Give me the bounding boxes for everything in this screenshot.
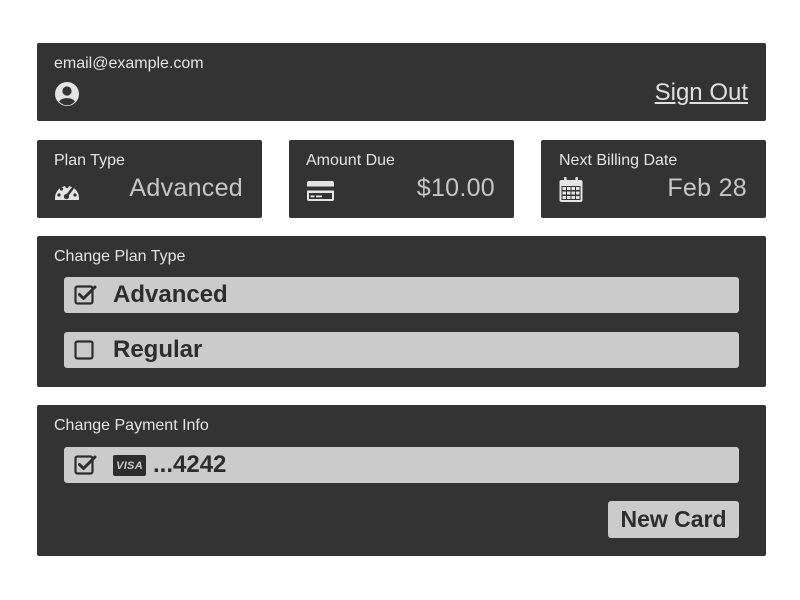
plan-option-label: Advanced	[113, 281, 228, 308]
account-panel: email@example.com Sign Out	[37, 43, 766, 121]
change-payment-title: Change Payment Info	[54, 417, 209, 434]
unchecked-checkbox-icon	[74, 339, 98, 361]
plan-type-value: Advanced	[129, 174, 243, 202]
checked-checkbox-icon	[74, 284, 98, 306]
payment-card-option[interactable]: VISA ...4242	[64, 447, 739, 483]
checked-checkbox-icon	[74, 454, 98, 476]
plan-option-advanced[interactable]: Advanced	[64, 277, 739, 313]
card-masked-number: ...4242	[153, 451, 227, 478]
account-email: email@example.com	[54, 55, 204, 72]
change-plan-title: Change Plan Type	[54, 248, 186, 265]
change-plan-panel: Change Plan Type Advanced Regular	[37, 236, 766, 387]
plan-type-card: Plan Type Advanced	[37, 140, 262, 218]
plan-type-label: Plan Type	[54, 152, 125, 169]
next-billing-card: Next Billing Date Feb 28	[541, 140, 766, 218]
next-billing-label: Next Billing Date	[559, 152, 678, 169]
plan-option-regular[interactable]: Regular	[64, 332, 739, 368]
amount-due-card: Amount Due $10.00	[289, 140, 514, 218]
visa-card-icon: VISA	[113, 455, 146, 476]
sign-out-link[interactable]: Sign Out	[655, 79, 748, 107]
amount-due-value: $10.00	[416, 174, 495, 202]
amount-due-label: Amount Due	[306, 152, 395, 169]
next-billing-value: Feb 28	[667, 174, 747, 202]
plan-option-label: Regular	[113, 336, 203, 363]
visa-card-brand: VISA	[116, 459, 143, 472]
user-circle-icon	[54, 81, 80, 107]
new-card-button[interactable]: New Card	[608, 501, 739, 538]
dashboard-gauge-icon	[54, 178, 80, 204]
change-payment-panel: Change Payment Info VISA ...4242 New Car…	[37, 405, 766, 556]
calendar-icon	[558, 176, 584, 204]
credit-card-icon	[306, 178, 336, 204]
